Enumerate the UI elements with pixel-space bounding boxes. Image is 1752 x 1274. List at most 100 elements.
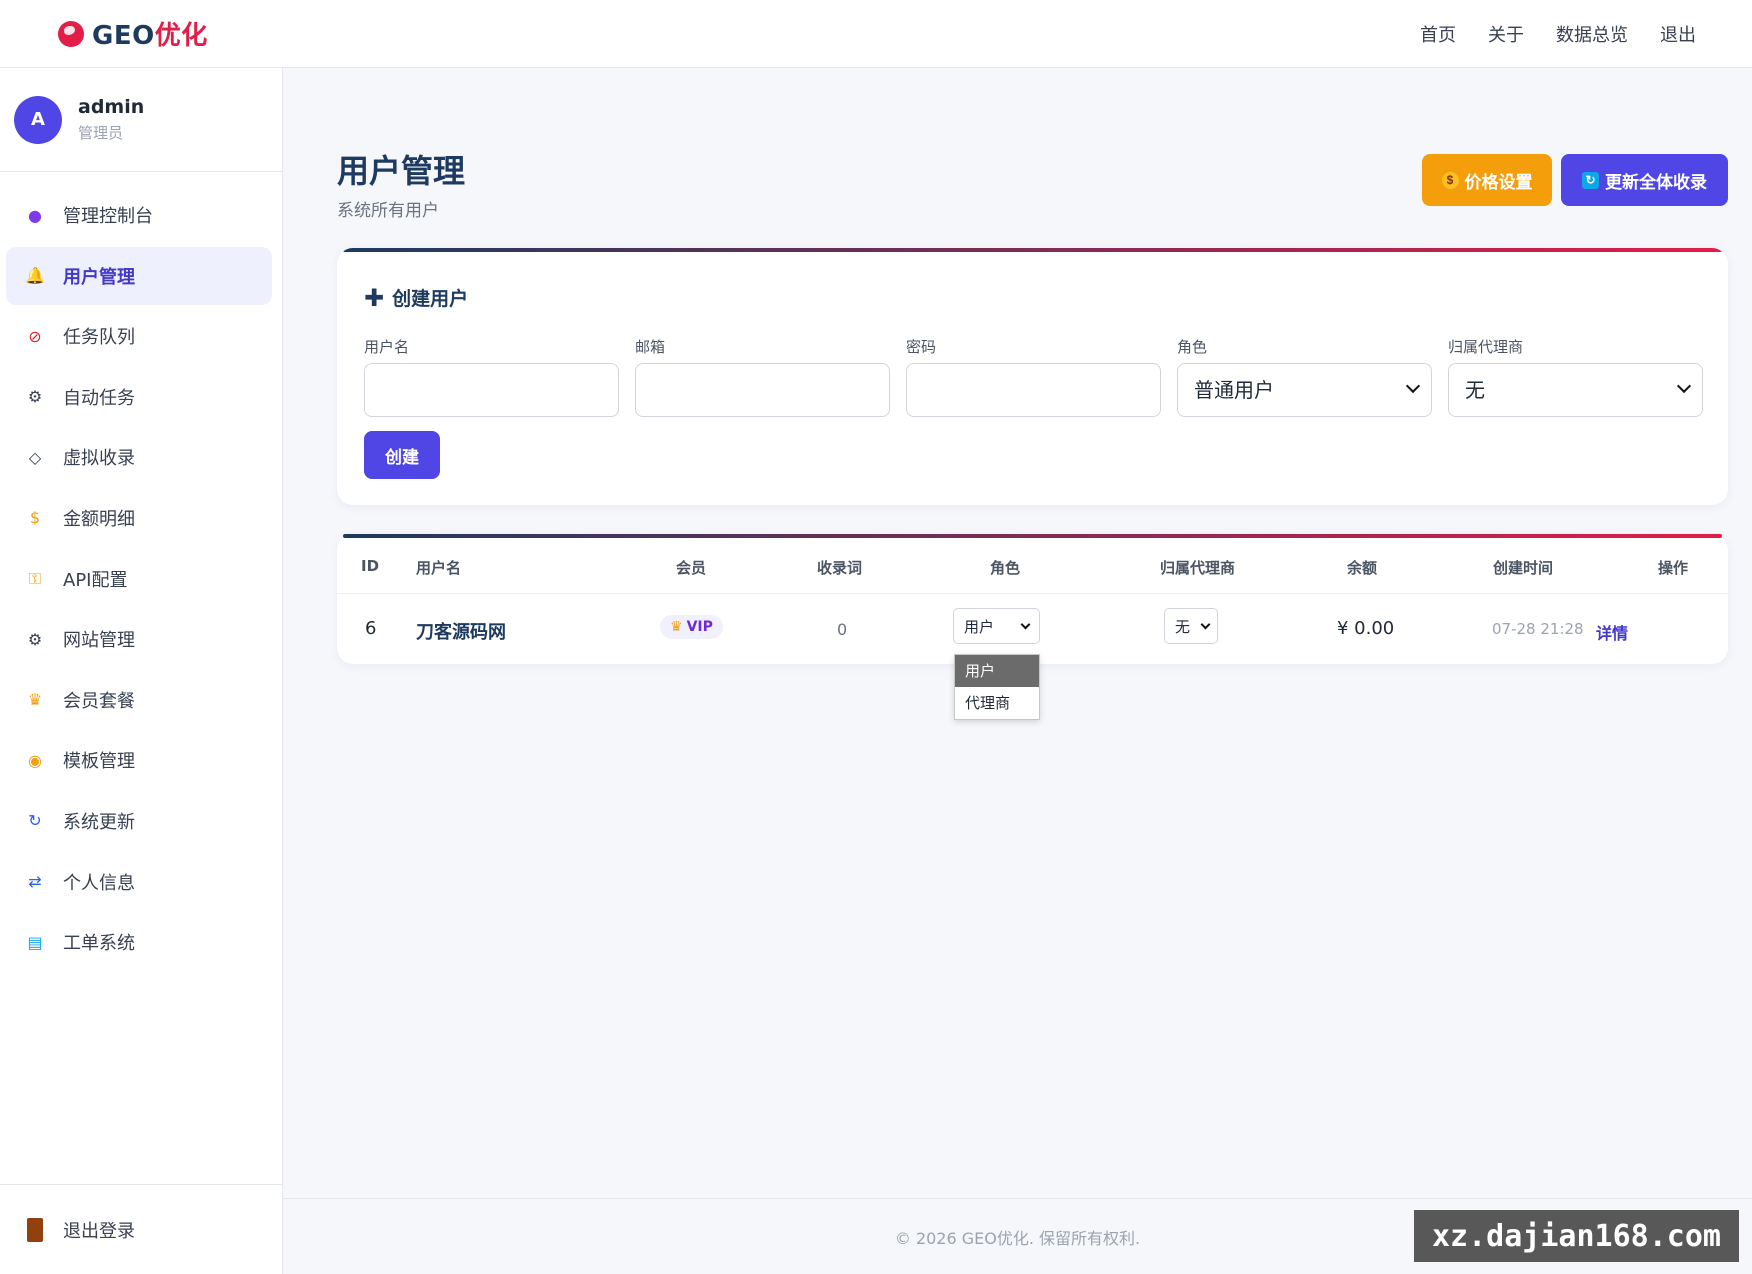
- th-role: 角色: [990, 559, 1021, 577]
- sidebar-item-label: API配置: [63, 569, 128, 591]
- sidebar-logout[interactable]: 退出登录: [0, 1184, 283, 1274]
- th-balance: 余额: [1347, 559, 1378, 577]
- th-member: 会员: [676, 559, 707, 577]
- door-icon: [27, 1217, 43, 1242]
- cell-keywords: 0: [837, 620, 848, 639]
- email-field-group: 邮箱: [635, 336, 890, 417]
- detail-link[interactable]: 详情: [1596, 620, 1628, 644]
- agent-label: 归属代理商: [1448, 338, 1524, 356]
- ticket-icon: ▤: [27, 932, 43, 952]
- plus-icon: ✚: [364, 283, 385, 312]
- email-input[interactable]: [635, 363, 890, 417]
- nav-about[interactable]: 关于: [1488, 21, 1524, 47]
- crown-icon: ♛: [670, 619, 683, 635]
- user-profile: A admin 管理员: [0, 68, 282, 172]
- sidebar-item-6[interactable]: ⚿ API配置: [6, 550, 272, 608]
- password-label: 密码: [906, 338, 937, 356]
- avatar: A: [14, 95, 62, 144]
- brand-name: GEO: [92, 21, 155, 51]
- sidebar-item-label: 虚拟收录: [63, 448, 135, 470]
- role-field-group: 角色 普通用户: [1177, 336, 1432, 417]
- agent-select[interactable]: 无: [1448, 363, 1703, 417]
- username-input[interactable]: [364, 363, 619, 417]
- update-all-indexing-label: 更新全体收录: [1605, 172, 1707, 192]
- row-agent-select[interactable]: 无: [1164, 608, 1218, 644]
- sidebar-item-4[interactable]: ◇ 虚拟收录: [6, 428, 272, 486]
- username-field-group: 用户名: [364, 336, 619, 417]
- th-username: 用户名: [416, 559, 462, 577]
- username-label: 用户名: [364, 338, 410, 356]
- cell-created: 07-28 21:28: [1492, 620, 1584, 638]
- chevron-down-icon: [1020, 619, 1031, 630]
- sidebar-logout-label: 退出登录: [63, 1220, 135, 1242]
- role-select[interactable]: 普通用户: [1177, 363, 1432, 417]
- chevron-down-icon: [1200, 619, 1211, 630]
- agent-field-group: 归属代理商 无: [1448, 336, 1703, 417]
- tag-icon: ◇: [28, 447, 42, 467]
- sidebar-item-label: 工单系统: [63, 933, 135, 955]
- sidebar-item-label: 会员套餐: [63, 690, 135, 712]
- role-dropdown-menu: 用户 代理商: [954, 654, 1040, 720]
- user-role: 管理员: [78, 124, 124, 142]
- update-all-indexing-button[interactable]: ↻ 更新全体收录: [1561, 154, 1728, 206]
- price-settings-button[interactable]: $ 价格设置: [1422, 154, 1552, 206]
- nav-home[interactable]: 首页: [1420, 21, 1456, 47]
- th-keywords: 收录词: [817, 559, 863, 577]
- page-title: 用户管理: [337, 152, 466, 190]
- gear-icon: ⚙: [27, 387, 43, 407]
- main-content: 用户管理 系统所有用户 $ 价格设置 ↻ 更新全体收录 ✚ 创建用户 用户名 邮…: [283, 68, 1752, 1274]
- crown-icon: ♛: [27, 690, 43, 710]
- top-bar: GEO优化 首页 关于 数据总览 退出: [0, 0, 1752, 68]
- sidebar-item-0[interactable]: ● 管理控制台: [6, 186, 272, 244]
- price-settings-label: 价格设置: [1464, 172, 1533, 192]
- sidebar-item-10[interactable]: ↻ 系统更新: [6, 792, 272, 850]
- no-entry-icon: ⊘: [28, 326, 42, 346]
- bell-icon: 🔔: [25, 266, 45, 286]
- repeat-icon: ⇄: [28, 872, 42, 892]
- sidebar-item-3[interactable]: ⚙ 自动任务: [6, 368, 272, 426]
- palette-icon: ◉: [28, 750, 42, 770]
- password-input[interactable]: [906, 363, 1161, 417]
- nav-data-overview[interactable]: 数据总览: [1556, 21, 1628, 47]
- dropdown-option-agent[interactable]: 代理商: [955, 687, 1039, 719]
- sidebar-item-12[interactable]: ▤ 工单系统: [6, 913, 272, 971]
- password-field-group: 密码: [906, 336, 1161, 417]
- gear-icon: ⚙: [27, 629, 43, 649]
- watermark: xz.dajian168.com: [1414, 1210, 1739, 1262]
- sidebar-item-label: 模板管理: [63, 751, 135, 773]
- th-id: ID: [361, 557, 380, 575]
- refresh-icon: ↻: [28, 811, 42, 831]
- brand-name-accent: 优化: [154, 21, 208, 51]
- brand-logo[interactable]: GEO优化: [58, 15, 208, 52]
- user-name: admin: [78, 96, 145, 118]
- cell-username: 刀客源码网: [416, 622, 506, 643]
- email-label: 邮箱: [635, 338, 666, 356]
- sidebar-item-11[interactable]: ⇄ 个人信息: [6, 853, 272, 911]
- sidebar-item-9[interactable]: ◉ 模板管理: [6, 731, 272, 789]
- sidebar-item-1[interactable]: 🔔 用户管理: [6, 246, 272, 305]
- sidebar-item-8[interactable]: ♛ 会员套餐: [6, 671, 272, 729]
- sidebar-item-2[interactable]: ⊘ 任务队列: [6, 307, 272, 365]
- cell-id: 6: [365, 618, 377, 639]
- refresh-icon: ↻: [1582, 171, 1599, 189]
- th-action: 操作: [1658, 559, 1689, 577]
- sidebar-item-7[interactable]: ⚙ 网站管理: [6, 610, 272, 668]
- sidebar-item-label: 自动任务: [63, 387, 135, 409]
- th-agent: 归属代理商: [1160, 559, 1236, 577]
- page-subtitle: 系统所有用户: [337, 201, 439, 221]
- nav-logout[interactable]: 退出: [1660, 21, 1696, 47]
- vip-badge: ♛ VIP: [660, 615, 723, 639]
- create-button[interactable]: 创建: [364, 431, 440, 479]
- globe-icon: [58, 20, 84, 47]
- sidebar-item-label: 管理控制台: [63, 206, 153, 227]
- sidebar-item-label: 金额明细: [63, 508, 135, 530]
- row-role-select[interactable]: 用户: [953, 608, 1040, 644]
- sidebar-item-label: 用户管理: [63, 266, 135, 288]
- sidebar-item-label: 个人信息: [63, 872, 135, 894]
- create-user-card: ✚ 创建用户 用户名 邮箱 密码 角色 普通用户 归属代理商 无 创建: [337, 248, 1728, 505]
- sidebar-item-5[interactable]: $ 金额明细: [6, 489, 272, 547]
- cell-balance: ¥ 0.00: [1337, 618, 1395, 639]
- dropdown-option-user[interactable]: 用户: [955, 655, 1039, 687]
- sidebar: A admin 管理员 ● 管理控制台 🔔 用户管理 ⊘ 任务队列 ⚙ 自动任务 ◇ 虚拟收录 $ 金…: [0, 68, 283, 1274]
- top-nav: 首页 关于 数据总览 退出: [1420, 21, 1696, 47]
